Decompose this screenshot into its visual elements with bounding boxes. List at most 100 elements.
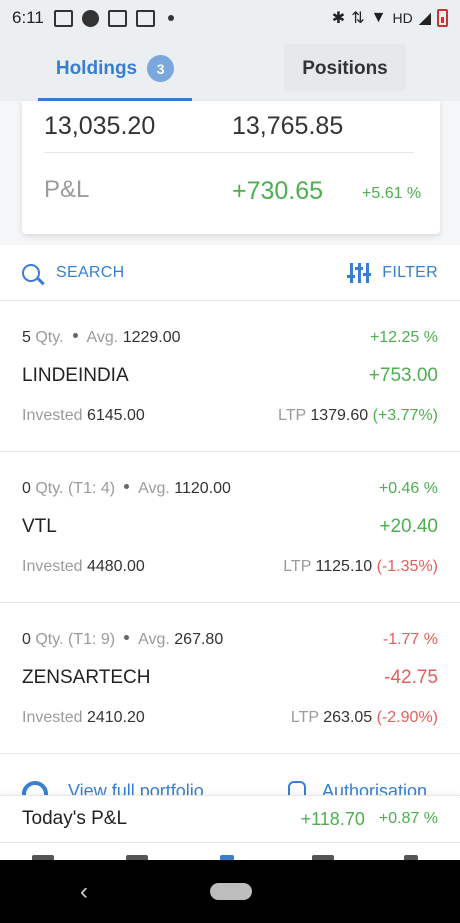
view-full-portfolio-link[interactable]: View full portfolio: [68, 781, 204, 795]
summary-invested-value: 13,035.20: [44, 112, 156, 140]
system-navigation-bar: ‹: [0, 860, 460, 923]
holding-change-percent: +0.46 %: [378, 480, 438, 497]
status-time: 6:11: [12, 8, 44, 27]
holding-change-percent: +12.25 %: [369, 329, 438, 346]
battery-icon: [437, 9, 448, 27]
bluetooth-icon: ✱: [331, 10, 346, 27]
todays-pnl-label: Today's P&L: [22, 808, 128, 829]
summary-pnl-percent: +5.61 %: [362, 185, 422, 202]
media-notification-icon: [135, 9, 155, 27]
holding-pnl: +20.40: [379, 516, 438, 537]
summary-pnl-value: +730.65: [232, 177, 324, 205]
holding-meta: 0 Qty. (T1: 9) Avg. 267.80 -1.77 %: [22, 631, 438, 649]
holding-ltp-label: LTP: [278, 407, 306, 424]
holding-invested: 2410.20: [86, 709, 145, 726]
holding-meta: 5 Qty. Avg. 1229.00 +12.25 %: [22, 329, 438, 347]
holding-row[interactable]: 5 Qty. Avg. 1229.00 +12.25 % LINDEINDIA …: [0, 301, 460, 452]
holding-pnl: +753.00: [368, 365, 438, 386]
holding-invested: 4480.00: [86, 558, 145, 575]
news-notification-icon: [53, 9, 73, 27]
home-pill-icon[interactable]: [210, 883, 252, 900]
cast-notification-icon: [107, 9, 127, 27]
holding-t1-qty: (T1: 9): [67, 631, 116, 648]
summary-current-value: 13,765.85: [232, 112, 344, 140]
todays-pnl-bar: Today's P&L +118.70 +0.87 %: [0, 795, 460, 842]
filter-button[interactable]: FILTER: [347, 262, 438, 283]
holding-avg: 1120.00: [174, 480, 231, 497]
summary-values: 13,035.20 13,765.85: [44, 101, 414, 153]
signal-icon: ◢: [418, 10, 431, 27]
tab-positions[interactable]: Positions: [230, 36, 460, 101]
portfolio-chart-icon: [22, 781, 48, 795]
holdings-toolbar: SEARCH FILTER: [0, 245, 460, 301]
tab-positions-label: Positions: [302, 57, 388, 79]
holding-details: Invested 2410.20 LTP 263.05 (-2.90%): [22, 709, 438, 727]
holding-avg-label: Avg.: [86, 329, 119, 346]
holding-qty: 0: [22, 480, 31, 497]
holding-qty-label: Qty.: [35, 631, 64, 648]
holding-invested-label: Invested: [22, 407, 83, 424]
holding-avg-label: Avg.: [138, 480, 170, 497]
back-chevron-icon[interactable]: ‹: [80, 878, 88, 906]
holding-ltp-change: (-2.90%): [376, 709, 438, 726]
holding-ltp-change: (-1.35%): [376, 558, 438, 575]
holding-invested-label: Invested: [22, 558, 83, 575]
portfolio-tabs: Holdings 3 Positions: [0, 36, 460, 101]
holding-symbol: ZENSARTECH: [22, 667, 151, 688]
data-arrows-icon: ⇅: [351, 10, 365, 27]
holding-qty: 5: [22, 329, 31, 346]
holding-ltp-label: LTP: [283, 558, 312, 575]
network-type: HD: [392, 10, 413, 26]
holding-symbol: LINDEINDIA: [22, 365, 129, 386]
summary-card: 13,035.20 13,765.85 P&L +730.65 +5.61 %: [22, 101, 440, 234]
separator-dot: [124, 484, 130, 489]
tab-holdings[interactable]: Holdings 3: [0, 36, 230, 101]
holding-qty: 0: [22, 631, 31, 648]
holding-ltp: 1379.60: [310, 407, 369, 424]
holding-change-percent: -1.77 %: [382, 631, 438, 648]
separator-dot: [72, 333, 78, 338]
holding-invested-label: Invested: [22, 709, 83, 726]
wifi-icon: ▼: [370, 9, 387, 26]
search-label: SEARCH: [56, 263, 125, 281]
more-notifications-icon: [167, 15, 174, 21]
jio-notification-icon: [81, 9, 99, 27]
holding-avg: 1229.00: [122, 329, 181, 346]
holding-qty-label: Qty.: [35, 329, 64, 346]
authorisation-link[interactable]: Authorisation: [322, 781, 427, 795]
holding-row[interactable]: 0 Qty. (T1: 9) Avg. 267.80 -1.77 % ZENSA…: [0, 603, 460, 754]
holding-details: Invested 4480.00 LTP 1125.10 (-1.35%): [22, 558, 438, 576]
portfolio-links-row: View full portfolio Authorisation: [0, 755, 460, 795]
holding-qty-label: Qty.: [35, 480, 64, 497]
holding-details: Invested 6145.00 LTP 1379.60 (+3.77%): [22, 407, 438, 425]
holding-meta: 0 Qty. (T1: 4) Avg. 1120.00 +0.46 %: [22, 480, 438, 498]
todays-pnl-percent: +0.87 %: [378, 810, 438, 827]
lock-icon: [288, 781, 306, 795]
status-icons: ✱ ⇅ ▼ HD ◢: [332, 8, 448, 28]
filter-sliders-icon: [347, 262, 372, 283]
holding-main: VTL +20.40: [22, 516, 438, 538]
search-button[interactable]: SEARCH: [22, 263, 125, 282]
summary-pnl-label: P&L: [44, 176, 90, 203]
holding-row[interactable]: 0 Qty. (T1: 4) Avg. 1120.00 +0.46 % VTL …: [0, 452, 460, 603]
holding-ltp-change: (+3.77%): [372, 407, 438, 424]
holding-avg: 267.80: [174, 631, 224, 648]
tab-holdings-label: Holdings: [55, 57, 138, 79]
holding-ltp-label: LTP: [290, 709, 319, 726]
holdings-count-badge: 3: [147, 55, 175, 82]
holding-avg-label: Avg.: [138, 631, 170, 648]
holding-ltp: 263.05: [323, 709, 373, 726]
bottom-navigation: [0, 842, 460, 860]
filter-label: FILTER: [382, 263, 438, 281]
holding-pnl: -42.75: [384, 667, 438, 688]
holding-ltp: 1125.10: [315, 558, 373, 575]
search-icon: [22, 263, 40, 282]
status-bar: 6:11 ✱ ⇅ ▼ HD ◢: [0, 0, 460, 36]
separator-dot: [124, 635, 130, 640]
holding-main: LINDEINDIA +753.00: [22, 365, 438, 387]
holding-invested: 6145.00: [86, 407, 145, 424]
holding-t1-qty: (T1: 4): [67, 480, 116, 497]
todays-pnl-value: +118.70: [300, 808, 365, 829]
holding-main: ZENSARTECH -42.75: [22, 667, 438, 689]
holding-symbol: VTL: [22, 516, 57, 537]
